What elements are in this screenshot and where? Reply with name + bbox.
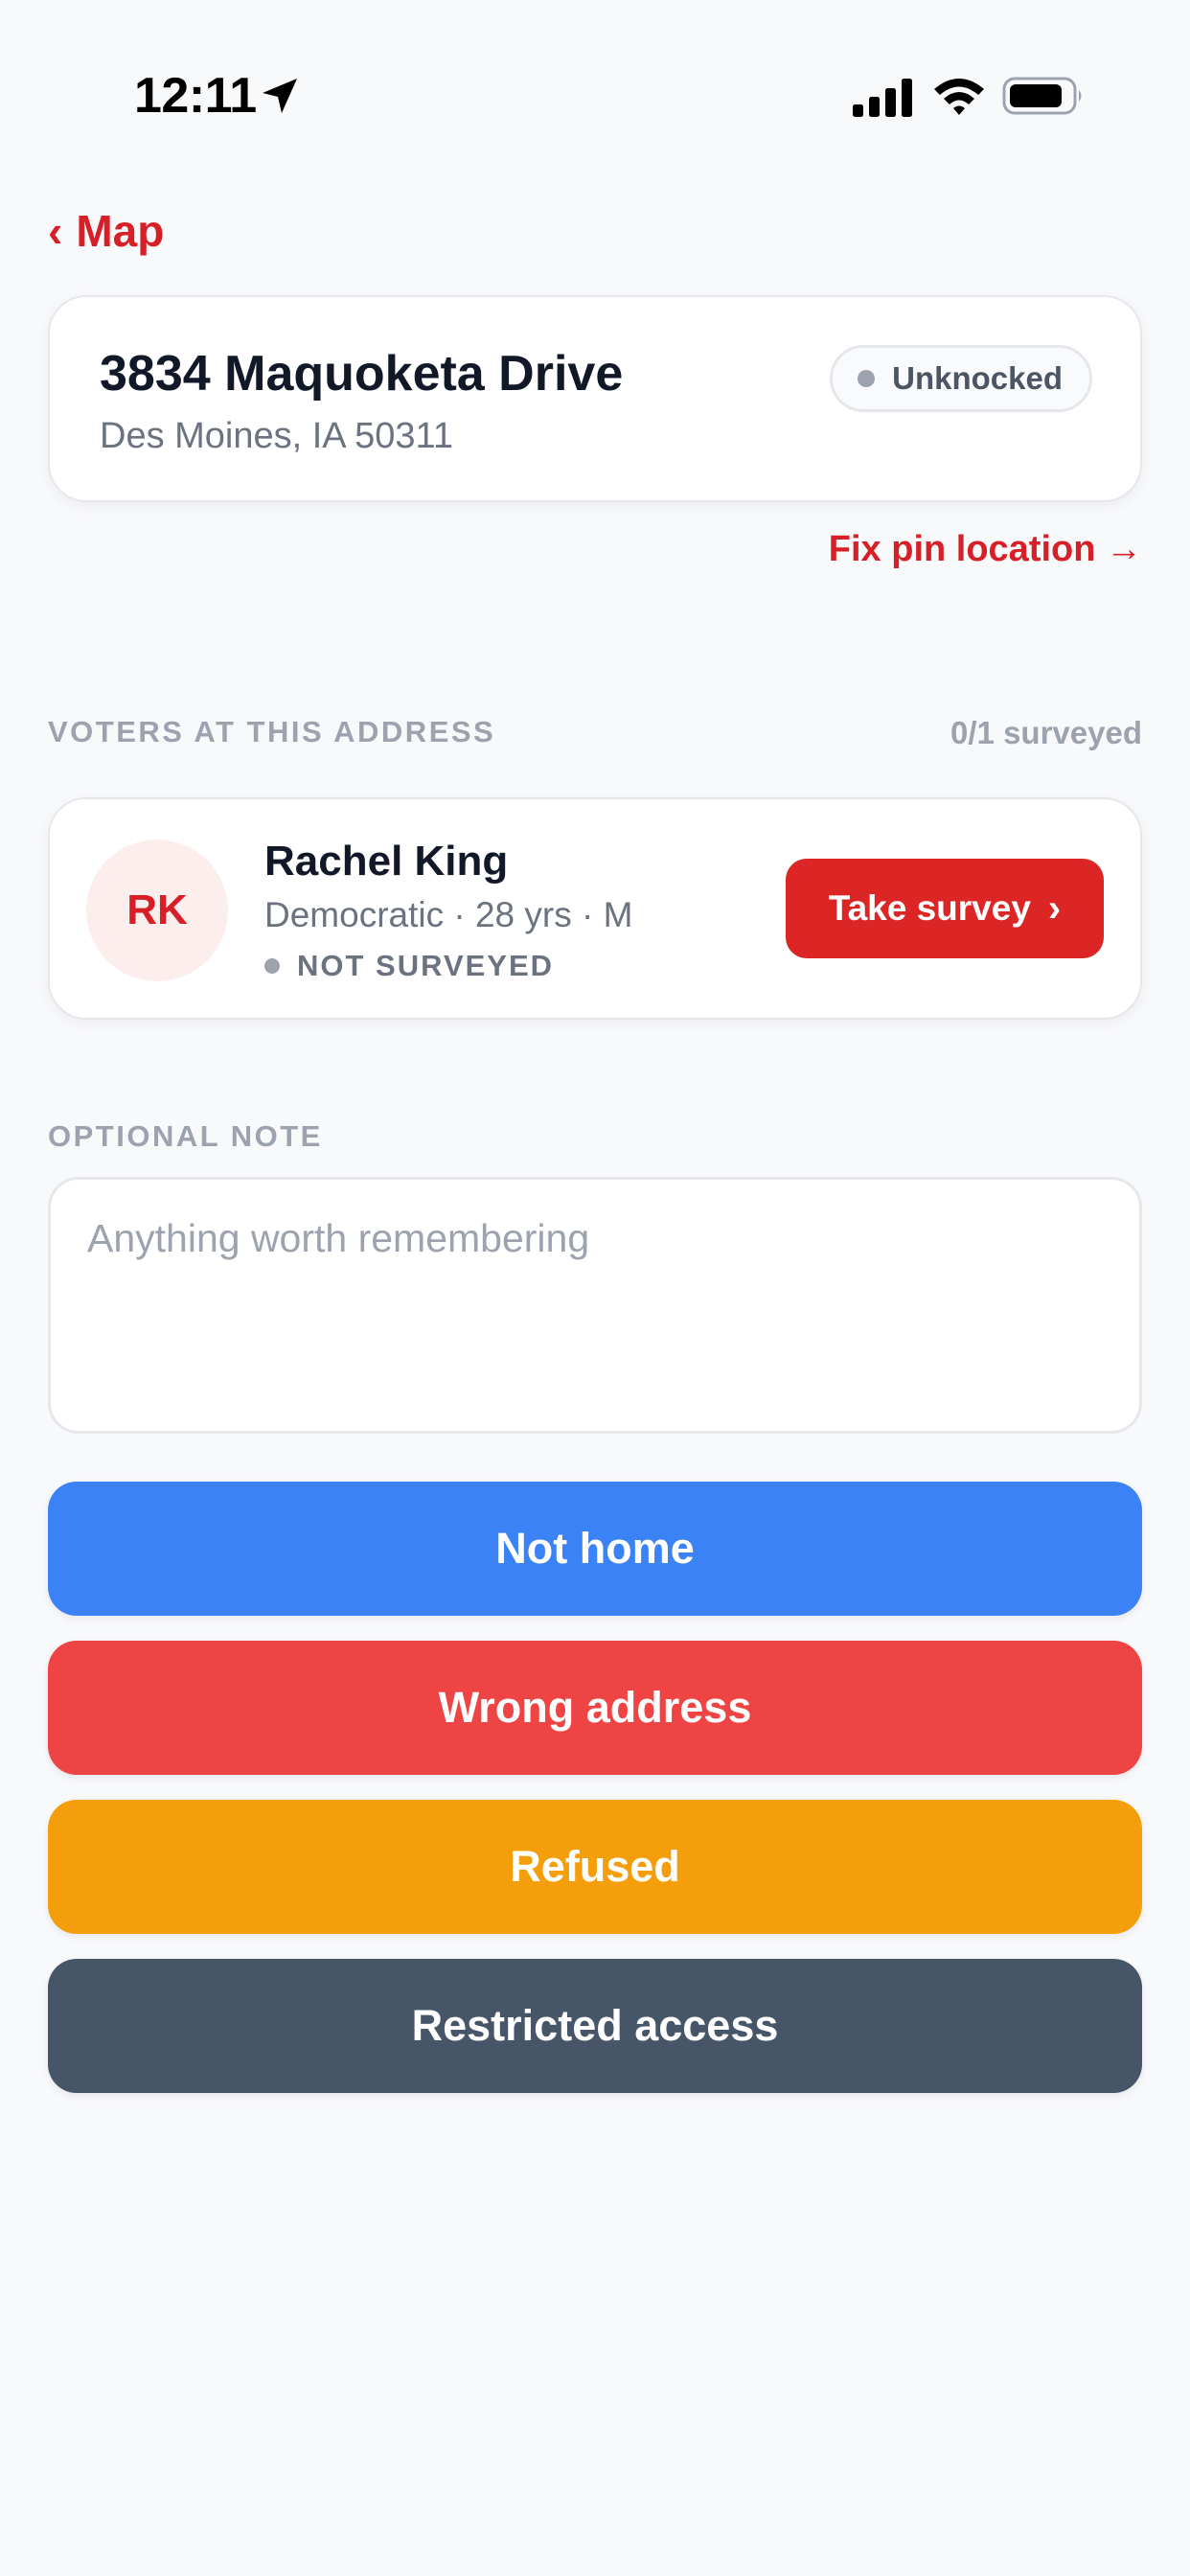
back-to-map-link[interactable]: ‹ Map [48,205,164,257]
fix-pin-location-link[interactable]: Fix pin location → [829,529,1142,570]
voter-status-label: NOT SURVEYED [297,949,555,982]
status-dot-icon [264,958,280,974]
status-dot-icon [858,370,876,387]
status-badge: Unknocked [830,345,1092,412]
voters-section-header: VOTERS AT THIS ADDRESS [48,715,496,748]
address-card: 3834 Maquoketa Drive Des Moines, IA 5031… [48,295,1142,502]
restricted-access-button[interactable]: Restricted access [48,1959,1142,2093]
door-detail-screen: 12:11 ‹ Map 3834 Maquoketa Drive Des Moi… [0,0,1190,2576]
voter-survey-status: NOT SURVEYED [264,949,554,983]
voter-meta: Democratic · 28 yrs · M [264,895,633,934]
voter-card: RK Rachel King Democratic · 28 yrs · M N… [48,797,1142,1020]
chevron-right-icon: › [1047,886,1062,930]
address-city: Des Moines, IA 50311 [100,416,453,456]
not-home-button[interactable]: Not home [48,1482,1142,1616]
location-arrow-icon [263,79,297,113]
wifi-icon [934,79,984,115]
take-survey-label: Take survey [828,888,1031,928]
surveyed-count: 0/1 surveyed [950,715,1142,750]
chevron-left-icon: ‹ [48,206,63,256]
status-badge-label: Unknocked [892,360,1063,396]
avatar: RK [86,840,228,981]
wrong-address-button[interactable]: Wrong address [48,1641,1142,1775]
note-field[interactable] [48,1177,1142,1434]
take-survey-button[interactable]: Take survey › [786,859,1104,958]
battery-icon [1002,77,1082,115]
address-street: 3834 Maquoketa Drive [100,346,624,402]
cellular-signal-icon [853,79,912,117]
voter-name: Rachel King [264,838,509,885]
status-time: 12:11 [134,68,257,124]
status-bar: 12:11 [0,0,1190,172]
back-label: Map [76,206,165,256]
note-section-header: OPTIONAL NOTE [48,1119,323,1153]
refused-button[interactable]: Refused [48,1800,1142,1934]
